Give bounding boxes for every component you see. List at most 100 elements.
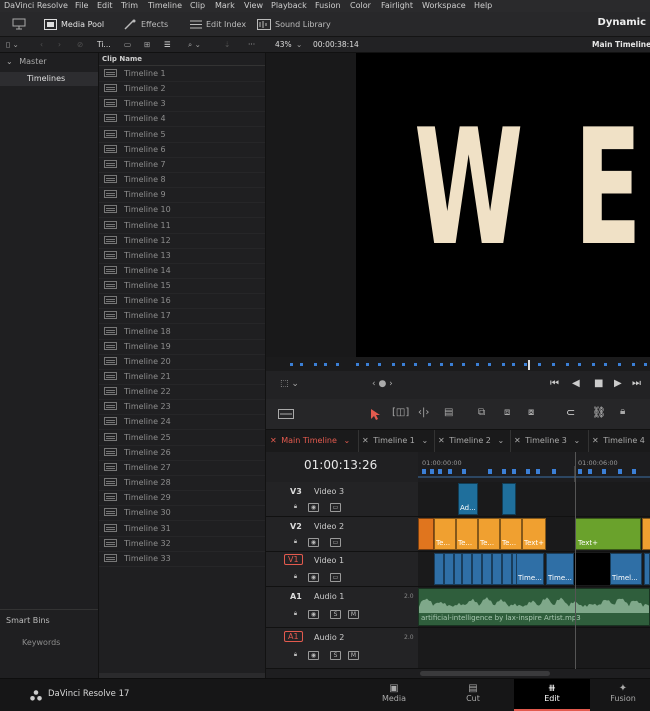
- clip-list-item[interactable]: Timeline 27: [99, 460, 265, 476]
- zoom-level[interactable]: 43%: [275, 37, 292, 52]
- track-enable-icon[interactable]: ▭: [330, 503, 341, 512]
- clip-list-item[interactable]: Timeline 8: [99, 172, 265, 189]
- linked-selection-icon[interactable]: ⛓: [592, 406, 606, 419]
- menu-trim[interactable]: Trim: [121, 0, 138, 12]
- track-lane-v1[interactable]: Time... Time... Timel...: [418, 552, 650, 587]
- play-reverse-button[interactable]: ◀: [572, 378, 580, 389]
- track-name[interactable]: Audio 2: [314, 633, 344, 642]
- clip-list-item[interactable]: Timeline 20: [99, 354, 265, 370]
- track-enable-icon[interactable]: ▭: [330, 538, 341, 547]
- timeline-clip[interactable]: [502, 483, 516, 515]
- workspace-layout-button[interactable]: [12, 16, 26, 32]
- more-options-icon[interactable]: ···: [248, 37, 255, 52]
- clip-navigation[interactable]: ‹ ● ›: [372, 379, 393, 389]
- clip-list-item[interactable]: Timeline 1: [99, 66, 265, 82]
- close-icon[interactable]: ✕: [592, 436, 599, 445]
- track-lane-a1[interactable]: artificial-intelligence by lax-inspire A…: [418, 587, 650, 628]
- clip-list-item[interactable]: Timeline 18: [99, 324, 265, 340]
- search-icon[interactable]: ⌕ ⌄: [188, 37, 201, 52]
- effects-button[interactable]: Effects: [124, 16, 168, 32]
- timeline-clip[interactable]: [492, 553, 502, 585]
- tab-timeline-3[interactable]: ✕ Timeline 3 ⌄: [510, 430, 589, 452]
- timeline-clip[interactable]: Te...: [500, 518, 522, 550]
- bin-name[interactable]: Ti...: [97, 37, 111, 52]
- timeline-clip[interactable]: Time...: [546, 553, 574, 585]
- timeline-clip[interactable]: [444, 553, 454, 585]
- auto-select-icon[interactable]: ◉: [308, 651, 319, 660]
- list-view-icon[interactable]: ☰: [164, 37, 171, 52]
- timeline-clip[interactable]: Text+: [522, 518, 546, 550]
- clip-list-item[interactable]: Timeline 6: [99, 142, 265, 158]
- clip-list-item[interactable]: Timeline 30: [99, 505, 265, 522]
- selection-tool-icon[interactable]: [370, 408, 380, 420]
- viewer-scrub-bar[interactable]: [266, 357, 650, 371]
- clip-list-item[interactable]: Timeline 14: [99, 263, 265, 279]
- lock-icon[interactable]: 🔒︎: [290, 503, 301, 512]
- menu-edit[interactable]: Edit: [97, 0, 113, 12]
- clip-list-item[interactable]: Timeline 11: [99, 218, 265, 234]
- timeline-clip[interactable]: [434, 553, 444, 585]
- jump-to-start-button[interactable]: ⏮: [550, 378, 559, 389]
- page-media-button[interactable]: ▣ Media: [356, 679, 432, 711]
- keywords-bin[interactable]: Keywords: [0, 636, 98, 650]
- viewer-options-icon[interactable]: ⬚ ⌄: [280, 379, 299, 389]
- forward-arrow-icon[interactable]: ›: [58, 37, 61, 52]
- blade-tool-icon[interactable]: ▤: [444, 407, 453, 418]
- timeline-clip[interactable]: [642, 518, 650, 550]
- back-arrow-icon[interactable]: ‹: [40, 37, 43, 52]
- clip-list-item[interactable]: Timeline 32: [99, 536, 265, 552]
- tab-timeline-2[interactable]: ✕ Timeline 2 ⌄: [434, 430, 511, 452]
- track-header-v3[interactable]: V3 Video 3 🔒︎ ◉ ▭: [266, 482, 418, 517]
- timelines-bin[interactable]: Timelines: [0, 72, 98, 86]
- track-enable-icon[interactable]: ▭: [330, 573, 341, 582]
- track-lane-v2[interactable]: Te... Te... Te... Te... Text+ Text+: [418, 517, 650, 552]
- viewer-frame[interactable]: W E: [356, 53, 650, 357]
- menu-fusion[interactable]: Fusion: [315, 0, 341, 12]
- track-name[interactable]: Video 2: [314, 522, 344, 531]
- menu-view[interactable]: View: [244, 0, 263, 12]
- timeline-ruler[interactable]: 01:00:00:00 01:00:06:00: [418, 452, 650, 482]
- chevron-down-icon[interactable]: ⌄: [421, 436, 428, 445]
- menu-workspace[interactable]: Workspace: [422, 0, 466, 12]
- track-name[interactable]: Video 3: [314, 487, 344, 496]
- menu-fairlight[interactable]: Fairlight: [381, 0, 413, 12]
- chevron-down-icon[interactable]: ⌄: [343, 436, 350, 445]
- clip-list-item[interactable]: Timeline 5: [99, 127, 265, 143]
- clip-list-item[interactable]: Timeline 13: [99, 248, 265, 264]
- replace-clip-icon[interactable]: ⧇: [528, 407, 534, 418]
- solo-button[interactable]: S: [330, 651, 341, 660]
- media-pool-button[interactable]: Media Pool: [44, 16, 104, 32]
- tab-main-timeline[interactable]: ✕ Main Timeline ⌄: [266, 430, 359, 452]
- close-icon[interactable]: ✕: [362, 436, 369, 445]
- track-name[interactable]: Audio 1: [314, 592, 344, 601]
- timeline-clip[interactable]: Te...: [456, 518, 478, 550]
- page-edit-button[interactable]: ⧻ Edit: [514, 679, 590, 711]
- clip-list-item[interactable]: Timeline 31: [99, 521, 265, 537]
- timeline-clip[interactable]: [472, 553, 482, 585]
- timeline-clip[interactable]: [418, 518, 434, 550]
- clip-list-item[interactable]: Timeline 22: [99, 384, 265, 401]
- clip-list-item[interactable]: Timeline 2: [99, 81, 265, 98]
- tab-timeline-1[interactable]: ✕ Timeline 1 ⌄: [358, 430, 435, 452]
- close-icon[interactable]: ✕: [270, 436, 277, 445]
- auto-select-icon[interactable]: ◉: [308, 538, 319, 547]
- timeline-clip[interactable]: Text+: [575, 518, 641, 550]
- chevron-down-icon[interactable]: ⌄: [497, 436, 504, 445]
- chevron-down-icon[interactable]: ⌄: [573, 436, 580, 445]
- clip-name-column-header[interactable]: Clip Name: [99, 53, 265, 66]
- menu-help[interactable]: Help: [474, 0, 492, 12]
- clip-list-item[interactable]: Timeline 10: [99, 202, 265, 219]
- menu-mark[interactable]: Mark: [215, 0, 235, 12]
- clip-list-item[interactable]: Timeline 29: [99, 490, 265, 507]
- lock-icon[interactable]: 🔒︎: [290, 651, 301, 660]
- solo-button[interactable]: S: [330, 610, 341, 619]
- panel-toggle-icon[interactable]: ▯ ⌄: [6, 37, 19, 52]
- clip-list-item[interactable]: Timeline 19: [99, 339, 265, 355]
- auto-select-icon[interactable]: ◉: [308, 610, 319, 619]
- clip-list-item[interactable]: Timeline 23: [99, 399, 265, 416]
- metadata-view-icon[interactable]: ▭: [124, 37, 131, 52]
- menu-file[interactable]: File: [75, 0, 88, 12]
- timeline-clip[interactable]: [454, 553, 462, 585]
- menu-clip[interactable]: Clip: [190, 0, 205, 12]
- mute-button[interactable]: M: [348, 651, 359, 660]
